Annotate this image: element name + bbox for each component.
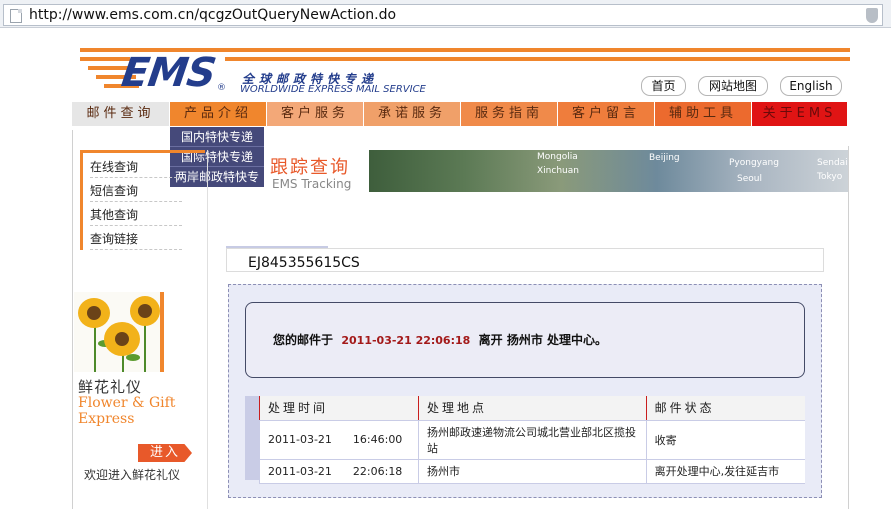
- page-icon: [10, 9, 22, 23]
- column-header-time: 处理时间: [259, 396, 419, 421]
- map-label: Pyongyang: [729, 158, 779, 168]
- nav-messages[interactable]: 客户留言: [558, 102, 655, 126]
- flower-ad-subtitle-1: Flower & Gift: [78, 395, 176, 411]
- address-bar: http://www.ems.com.cn/qcgzOutQueryNewAct…: [0, 0, 891, 28]
- flower-ad-subtitle-2: Express: [78, 411, 135, 427]
- cell-time: 2011-03-21 16:46:00: [259, 420, 419, 460]
- cell-time: 2011-03-21 22:06:18: [259, 459, 419, 484]
- banner-title: 跟踪查询: [270, 157, 350, 178]
- sidebar-item-other-query[interactable]: 其他查询: [90, 204, 182, 226]
- map-label: Xinchuan: [537, 166, 579, 176]
- frame-left: [72, 130, 73, 509]
- map-label: Seoul: [737, 174, 762, 184]
- content-divider: [207, 150, 208, 509]
- nav-tools[interactable]: 辅助工具: [655, 102, 752, 126]
- sidebar-item-sms-query[interactable]: 短信查询: [90, 180, 182, 202]
- products-dropdown: 国内特快专递 国际特快专递 两岸邮政特快专: [170, 127, 264, 187]
- cell-place: 扬州市: [417, 459, 647, 484]
- url-text[interactable]: http://www.ems.com.cn/qcgzOutQueryNewAct…: [29, 7, 396, 23]
- flower-image[interactable]: [74, 292, 164, 372]
- message-suffix: 离开 扬州市 处理中心。: [478, 333, 608, 347]
- cell-status: 收寄: [645, 420, 805, 460]
- tracking-number: EJ845355615CS: [248, 255, 360, 271]
- table-row: 2011-03-21 16:46:00 扬州邮政速递物流公司城北营业部北区揽投站…: [259, 420, 805, 460]
- logo-registered-mark: ®: [217, 83, 226, 93]
- banner-subtitle: EMS Tracking: [272, 177, 352, 191]
- english-link[interactable]: English: [780, 76, 842, 96]
- nav-products[interactable]: 产品介绍: [170, 102, 267, 126]
- sidebar-item-query-links[interactable]: 查询链接: [90, 228, 182, 250]
- column-header-status: 邮件状态: [645, 396, 805, 421]
- sidebar-top-border: [80, 150, 205, 153]
- dropdown-item-cross-strait[interactable]: 两岸邮政特快专: [170, 167, 264, 187]
- sitemap-link[interactable]: 网站地图: [698, 76, 768, 96]
- shield-icon: [866, 8, 878, 23]
- map-label: Tokyo: [817, 172, 843, 182]
- nav-mail-query[interactable]: 邮件查询: [72, 102, 170, 126]
- table-side-accent: [245, 396, 259, 480]
- flower-ad-link[interactable]: 欢迎进入鲜花礼仪: [84, 466, 180, 483]
- tracking-table: 处理时间 处理地点 邮件状态 2011-03-21 16:46:00 扬州邮政速…: [259, 396, 805, 484]
- tagline-en: WORLDWIDE EXPRESS MAIL SERVICE: [240, 84, 426, 95]
- main-nav: 邮件查询 产品介绍 客户服务 承诺服务 服务指南 客户留言 辅助工具 关于EMS: [72, 102, 848, 126]
- sidebar-item-online-query[interactable]: 在线查询: [90, 156, 182, 178]
- map-image: Mongolia Beijing Pyongyang Seoul Tokyo S…: [369, 150, 848, 192]
- home-link[interactable]: 首页: [641, 76, 686, 96]
- message-time: 2011-03-21 22:06:18: [341, 334, 471, 347]
- ems-logo[interactable]: EMS: [119, 50, 218, 96]
- frame-right: [848, 146, 849, 509]
- status-message: 您的邮件于 2011-03-21 22:06:18 离开 扬州市 处理中心。: [273, 331, 607, 348]
- sidebar-accent: [80, 150, 83, 250]
- map-label: Mongolia: [537, 152, 578, 162]
- flower-ad-title: 鲜花礼仪: [78, 378, 143, 396]
- map-label: Beijing: [649, 153, 680, 163]
- nav-customer-service[interactable]: 客户服务: [267, 102, 364, 126]
- cell-place: 扬州邮政速递物流公司城北营业部北区揽投站: [417, 420, 647, 460]
- column-header-place: 处理地点: [417, 396, 647, 421]
- table-row: 2011-03-21 22:06:18 扬州市 离开处理中心,发往延吉市: [259, 459, 805, 484]
- message-prefix: 您的邮件于: [273, 333, 334, 347]
- enter-button[interactable]: 进入: [138, 444, 192, 462]
- dropdown-item-domestic[interactable]: 国内特快专递: [170, 127, 264, 147]
- cell-status: 离开处理中心,发往延吉市: [645, 459, 805, 484]
- map-label: Sendai: [817, 158, 848, 168]
- tracking-banner: Mongolia Beijing Pyongyang Seoul Tokyo S…: [265, 150, 848, 192]
- url-field[interactable]: http://www.ems.com.cn/qcgzOutQueryNewAct…: [3, 4, 883, 26]
- nav-service-guide[interactable]: 服务指南: [461, 102, 558, 126]
- nav-commitments[interactable]: 承诺服务: [364, 102, 461, 126]
- nav-about[interactable]: 关于EMS: [752, 102, 848, 126]
